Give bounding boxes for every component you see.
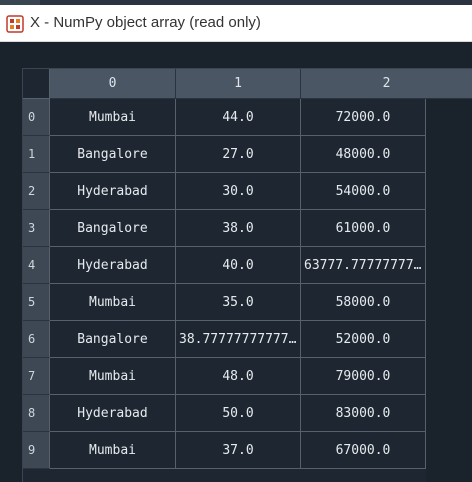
cell-value: Hyderabad (77, 183, 148, 199)
table-cell[interactable]: Hyderabad (50, 247, 176, 284)
table-cell[interactable]: 44.0 (176, 99, 301, 136)
row-header-8[interactable]: 8 (23, 395, 50, 432)
cell-value: 38.0 (222, 220, 254, 236)
cell-value: 72000.0 (335, 109, 391, 125)
table-cell[interactable]: 40.0 (176, 247, 301, 284)
array-table[interactable]: 0 1 2 0 Mumbai 44.0 72000.0 1 Bangalore 27.0 48000… (22, 68, 472, 482)
table-cell[interactable]: Mumbai (50, 284, 176, 321)
cell-value: 52000.0 (335, 331, 391, 347)
cell-value: 63777.77777777778 (304, 257, 425, 273)
table-cell[interactable]: 38.0 (176, 210, 301, 247)
cell-value: 79000.0 (335, 368, 391, 384)
table-cell[interactable]: Mumbai (50, 432, 176, 469)
table-cell[interactable]: 72000.0 (301, 99, 426, 136)
table-cell[interactable]: 54000.0 (301, 173, 426, 210)
row-header-9[interactable]: 9 (23, 432, 50, 469)
table-cell[interactable]: 48000.0 (301, 136, 426, 173)
cell-value: 48.0 (222, 368, 254, 384)
table-cell[interactable]: 79000.0 (301, 358, 426, 395)
row-header-7[interactable]: 7 (23, 358, 50, 395)
cell-value: Mumbai (89, 368, 136, 384)
cell-value: Hyderabad (77, 257, 148, 273)
table-cell[interactable]: 58000.0 (301, 284, 426, 321)
table-cell[interactable]: 30.0 (176, 173, 301, 210)
table-cell[interactable]: Mumbai (50, 99, 176, 136)
table-corner[interactable] (23, 69, 50, 99)
cell-value: Mumbai (89, 442, 136, 458)
cell-value: 50.0 (222, 405, 254, 421)
table-cell[interactable]: Bangalore (50, 321, 176, 358)
cell-value: Bangalore (77, 220, 148, 236)
cell-value: 58000.0 (335, 294, 391, 310)
table-cell[interactable]: Mumbai (50, 358, 176, 395)
table-cell[interactable]: Hyderabad (50, 395, 176, 432)
title-bar: X - NumPy object array (read only) (0, 5, 472, 42)
row-header-4[interactable]: 4 (23, 247, 50, 284)
cell-value: 61000.0 (335, 220, 391, 236)
window-title: X - NumPy object array (read only) (30, 14, 261, 31)
table-cell[interactable]: Bangalore (50, 136, 176, 173)
app-icon (6, 15, 24, 33)
column-header-1[interactable]: 1 (176, 69, 301, 99)
table-cell[interactable]: Bangalore (50, 210, 176, 247)
row-header-3[interactable]: 3 (23, 210, 50, 247)
cell-value: Mumbai (89, 109, 136, 125)
cell-value: 27.0 (222, 146, 254, 162)
table-cell[interactable]: 35.0 (176, 284, 301, 321)
cell-value: Mumbai (89, 294, 136, 310)
row-header-5[interactable]: 5 (23, 284, 50, 321)
empty-area (426, 99, 472, 482)
column-header-0[interactable]: 0 (50, 69, 176, 99)
table-cell[interactable]: 67000.0 (301, 432, 426, 469)
table-cell[interactable]: 48.0 (176, 358, 301, 395)
cell-value: 83000.0 (335, 405, 391, 421)
row-header-6[interactable]: 6 (23, 321, 50, 358)
cell-value: 37.0 (222, 442, 254, 458)
table-cell[interactable]: 52000.0 (301, 321, 426, 358)
cell-value: 38.77777777777778 (179, 331, 300, 347)
table-cell[interactable]: 61000.0 (301, 210, 426, 247)
table-cell[interactable]: 50.0 (176, 395, 301, 432)
cell-value: 35.0 (222, 294, 254, 310)
row-header-0[interactable]: 0 (23, 99, 50, 136)
row-header-1[interactable]: 1 (23, 136, 50, 173)
cell-value: 40.0 (222, 257, 254, 273)
cell-value: Bangalore (77, 146, 148, 162)
table-cell[interactable]: 38.77777777777778 (176, 321, 301, 358)
table-cell[interactable]: 27.0 (176, 136, 301, 173)
cell-value: 48000.0 (335, 146, 391, 162)
row-header-2[interactable]: 2 (23, 173, 50, 210)
table-cell[interactable]: Hyderabad (50, 173, 176, 210)
table-cell[interactable]: 83000.0 (301, 395, 426, 432)
column-header-2[interactable]: 2 (301, 69, 472, 99)
cell-value: 54000.0 (335, 183, 391, 199)
cell-value: Hyderabad (77, 405, 148, 421)
cell-value: 30.0 (222, 183, 254, 199)
table-cell[interactable]: 63777.77777777778 (301, 247, 426, 284)
array-editor: 0 1 2 0 Mumbai 44.0 72000.0 1 Bangalore 27.0 48000… (0, 42, 472, 482)
cell-value: Bangalore (77, 331, 148, 347)
table-cell[interactable]: 37.0 (176, 432, 301, 469)
cell-value: 44.0 (222, 109, 254, 125)
cell-value: 67000.0 (335, 442, 391, 458)
